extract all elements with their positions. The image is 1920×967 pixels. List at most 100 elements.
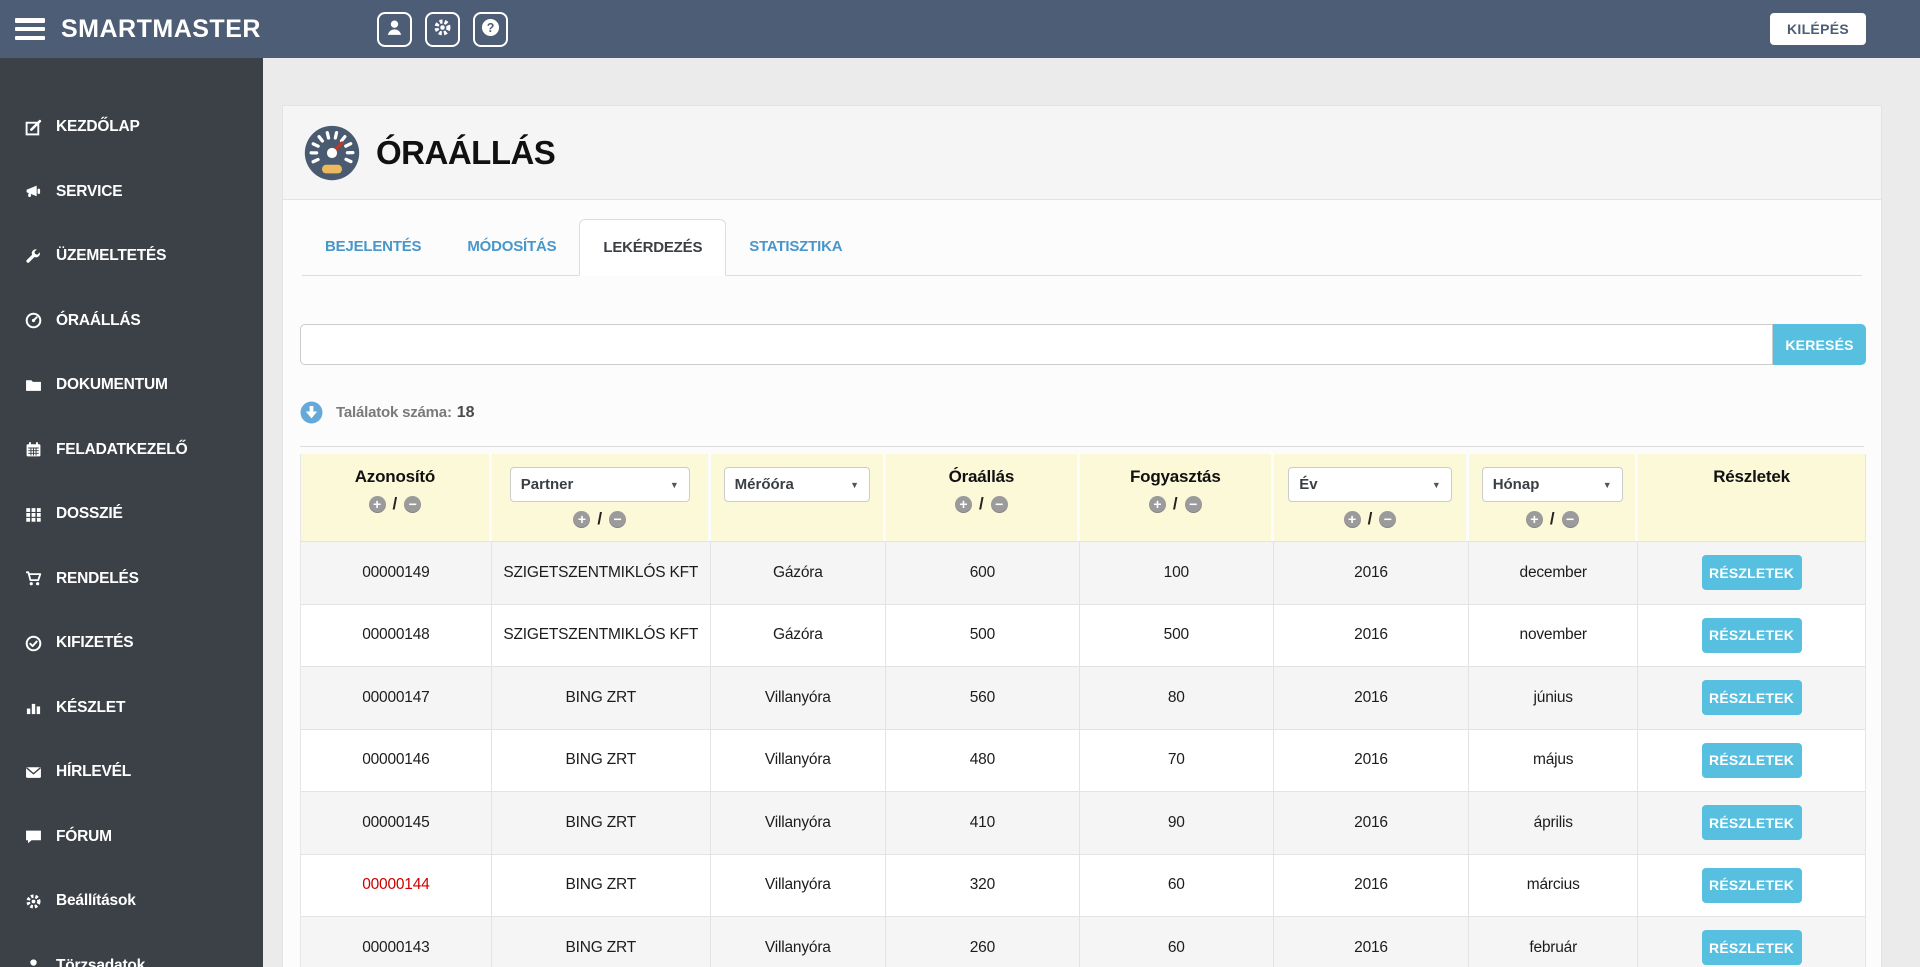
- chevron-down-icon: ▼: [669, 479, 679, 490]
- search-button[interactable]: KERESÉS: [1773, 324, 1866, 365]
- details-button[interactable]: RÉSZLETEK: [1701, 742, 1802, 778]
- sidebar-item-beallitasok[interactable]: Beállítások: [0, 869, 263, 934]
- cell-honap: február: [1469, 917, 1639, 967]
- collapse-toggle-icon[interactable]: [300, 401, 323, 424]
- cell-ev: 2016: [1274, 542, 1470, 604]
- cell-azonosito: 00000147: [301, 667, 492, 729]
- tab-lekerdezes[interactable]: LEKÉRDEZÉS: [579, 219, 727, 276]
- gauge-icon: [23, 312, 44, 330]
- sort-desc-icon[interactable]: −: [609, 510, 627, 528]
- cell-ev: 2016: [1274, 667, 1470, 729]
- cell-fogyasztas: 90: [1080, 792, 1274, 854]
- cell-honap: március: [1469, 854, 1639, 916]
- sidebar-item-uzemeltetes[interactable]: ÜZEMELTETÉS: [0, 224, 263, 289]
- comment-icon: [23, 828, 44, 846]
- gear-icon: [433, 18, 452, 40]
- search-input[interactable]: [300, 324, 1773, 365]
- cell-meroora: Gázóra: [711, 604, 886, 666]
- sort-desc-icon[interactable]: −: [404, 495, 422, 513]
- sidebar-item-kezdolap[interactable]: KEZDŐLAP: [0, 95, 263, 160]
- filter-select-partner[interactable]: Partner ▼: [509, 467, 690, 502]
- cell-fogyasztas: 60: [1080, 917, 1274, 967]
- sort-separator: /: [1367, 509, 1373, 528]
- wrench-icon: [23, 247, 44, 265]
- filter-select-honap[interactable]: Hónap ▼: [1481, 467, 1623, 502]
- oraallas-panel: ÓRAÁLLÁS BEJELENTÉS MÓDOSÍTÁS LEKÉRDEZÉS ST…: [282, 105, 1882, 967]
- table-row: 00000144 BING ZRT Villanyóra 320 60 2016 márci…: [301, 853, 1865, 916]
- help-button[interactable]: ?: [472, 11, 508, 47]
- chevron-down-icon: ▼: [1431, 479, 1441, 490]
- cell-reszletek: RÉSZLETEK: [1638, 730, 1865, 792]
- sort-asc-icon[interactable]: +: [955, 495, 972, 513]
- details-button[interactable]: RÉSZLETEK: [1701, 805, 1802, 841]
- sidebar-item-keszlet[interactable]: KÉSZLET: [0, 676, 263, 741]
- sort-asc-icon[interactable]: +: [1343, 510, 1361, 528]
- cell-honap: május: [1469, 729, 1639, 791]
- cell-fogyasztas: 100: [1080, 542, 1274, 604]
- sort-separator: /: [979, 494, 984, 513]
- sort-asc-icon[interactable]: +: [573, 510, 591, 528]
- column-header-partner: Partner ▼ + / −: [491, 454, 711, 541]
- cell-reszletek: RÉSZLETEK: [1638, 542, 1865, 604]
- sort-asc-icon[interactable]: +: [1148, 495, 1166, 513]
- main-content: ÓRAÁLLÁS BEJELENTÉS MÓDOSÍTÁS LEKÉRDEZÉS ST…: [263, 58, 1920, 967]
- sort-separator: /: [392, 494, 398, 513]
- cell-oraallas: 410: [886, 792, 1080, 854]
- column-header-ev: Év ▼ + / −: [1273, 454, 1470, 541]
- user-button[interactable]: [376, 11, 412, 47]
- sidebar-item-kifizetes[interactable]: KIFIZETÉS: [0, 611, 263, 676]
- sidebar-item-forum[interactable]: FÓRUM: [0, 805, 263, 870]
- table-row: 00000146 BING ZRT Villanyóra 480 70 2016 május…: [301, 728, 1865, 792]
- chevron-down-icon: ▼: [1602, 479, 1612, 490]
- sort-desc-icon[interactable]: −: [1379, 510, 1397, 528]
- sidebar-item-rendeles[interactable]: RENDELÉS: [0, 547, 263, 612]
- cell-meroora: Villanyóra: [711, 917, 886, 967]
- details-button[interactable]: RÉSZLETEK: [1701, 555, 1802, 591]
- sidebar: KEZDŐLAP SERVICE ÜZEMELTETÉS ÓRAÁLLÁS DO…: [0, 58, 263, 967]
- sidebar-item-service[interactable]: SERVICE: [0, 160, 263, 225]
- cell-ev: 2016: [1274, 917, 1470, 967]
- logout-button[interactable]: KILÉPÉS: [1769, 13, 1866, 45]
- results-table: Azonosító + / − Partner ▼ + / − Mérőóra ▼ Óraállás +…: [300, 454, 1866, 967]
- sort-asc-icon[interactable]: +: [368, 495, 386, 513]
- sidebar-item-dosszie[interactable]: DOSSZIÉ: [0, 482, 263, 547]
- tab-bejelentes[interactable]: BEJELENTÉS: [302, 219, 444, 275]
- settings-button[interactable]: [424, 11, 460, 47]
- sidebar-item-hirlevel[interactable]: HÍRLEVÉL: [0, 740, 263, 805]
- details-button[interactable]: RÉSZLETEK: [1701, 617, 1802, 653]
- tab-modositas[interactable]: MÓDOSÍTÁS: [444, 219, 579, 275]
- help-icon: ?: [481, 18, 500, 40]
- panel-header: ÓRAÁLLÁS: [283, 106, 1881, 200]
- table-row: 00000145 BING ZRT Villanyóra 410 90 2016 ápril…: [301, 791, 1865, 854]
- details-button[interactable]: RÉSZLETEK: [1701, 680, 1802, 716]
- tab-statisztika[interactable]: STATISZTIKA: [726, 219, 865, 275]
- column-header-honap: Hónap ▼ + / −: [1469, 454, 1639, 541]
- bar-chart-icon: [23, 699, 44, 717]
- sidebar-item-feladatkezelo[interactable]: FELADATKEZELŐ: [0, 418, 263, 483]
- cell-ev: 2016: [1274, 604, 1470, 666]
- cell-azonosito: 00000144: [301, 854, 492, 916]
- cell-partner: SZIGETSZENTMIKLÓS KFT: [492, 604, 711, 666]
- cell-honap: november: [1469, 604, 1639, 666]
- details-button[interactable]: RÉSZLETEK: [1701, 930, 1802, 966]
- sort-desc-icon[interactable]: −: [1184, 495, 1202, 513]
- app-brand: SMARTMASTER: [61, 14, 261, 43]
- envelope-icon: [23, 763, 44, 781]
- filter-select-meroora[interactable]: Mérőóra ▼: [723, 467, 870, 502]
- sort-desc-icon[interactable]: −: [990, 495, 1008, 513]
- cell-fogyasztas: 500: [1080, 604, 1274, 666]
- sort-desc-icon[interactable]: −: [1561, 510, 1579, 528]
- sidebar-item-oraallas[interactable]: ÓRAÁLLÁS: [0, 289, 263, 354]
- sidebar-item-torzsadatok[interactable]: Törzsadatok: [0, 934, 263, 967]
- sort-controls: + / −: [1525, 509, 1579, 529]
- chevron-down-icon: ▼: [850, 479, 859, 490]
- menu-icon[interactable]: [15, 18, 45, 40]
- sort-asc-icon[interactable]: +: [1525, 510, 1543, 528]
- details-button[interactable]: RÉSZLETEK: [1701, 867, 1802, 903]
- column-header-meroora: Mérőóra ▼: [710, 454, 886, 541]
- filter-select-ev[interactable]: Év ▼: [1288, 467, 1452, 502]
- user-icon: [385, 18, 404, 40]
- sidebar-item-dokumentum[interactable]: DOKUMENTUM: [0, 353, 263, 418]
- sort-controls: + / −: [1148, 494, 1202, 514]
- results-count: 18: [456, 403, 475, 421]
